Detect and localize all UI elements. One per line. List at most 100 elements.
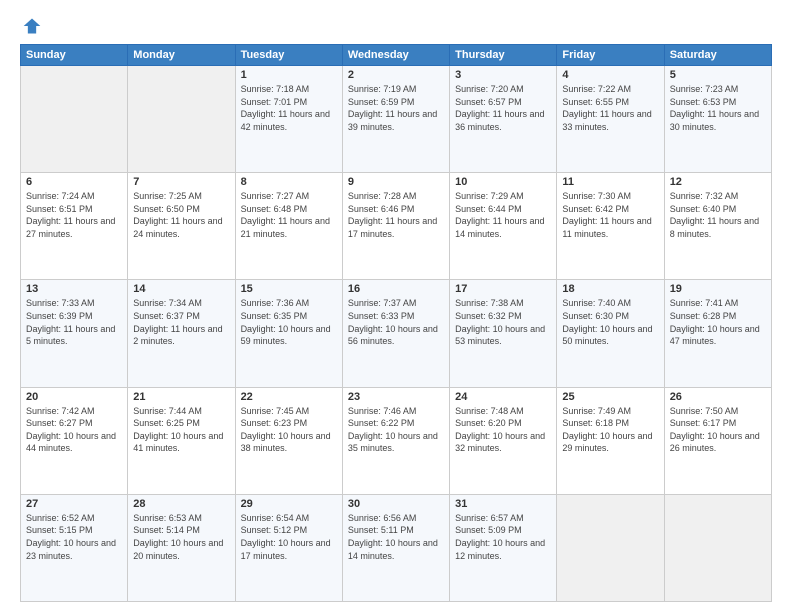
week-row-1: 1 Sunrise: 7:18 AMSunset: 7:01 PMDaylight… — [21, 66, 772, 173]
day-cell: 2Sunrise: 7:19 AMSunset: 6:59 PMDaylight… — [342, 66, 449, 173]
day-cell: 29 Sunrise: 6:54 AMSunset: 5:12 PMDayligh… — [235, 494, 342, 601]
day-info: Sunrise: 7:25 AMSunset: 6:50 PMDaylight:… — [133, 191, 222, 239]
day-cell: 16 Sunrise: 7:37 AMSunset: 6:33 PMDayligh… — [342, 280, 449, 387]
day-info: Sunrise: 7:19 AMSunset: 6:59 PMDaylight:… — [348, 84, 437, 132]
day-info: Sunrise: 7:20 AMSunset: 6:57 PMDaylight:… — [455, 84, 544, 132]
day-number: 14 — [133, 283, 229, 295]
day-cell: 11 Sunrise: 7:30 AMSunset: 6:42 PMDayligh… — [557, 173, 664, 280]
day-info: Sunrise: 7:27 AMSunset: 6:48 PMDaylight:… — [241, 191, 330, 239]
day-number: 13 — [26, 283, 122, 295]
day-info: Sunrise: 7:41 AMSunset: 6:28 PMDaylight:… — [670, 298, 760, 346]
day-info: Sunrise: 7:29 AMSunset: 6:44 PMDaylight:… — [455, 191, 544, 239]
header-row: SundayMondayTuesdayWednesdayThursdayFrid… — [21, 45, 772, 66]
day-number: 4 — [562, 69, 658, 81]
day-number: 30 — [348, 498, 444, 510]
day-cell: 7 Sunrise: 7:25 AMSunset: 6:50 PMDaylight… — [128, 173, 235, 280]
day-cell: 14Sunrise: 7:34 AMSunset: 6:37 PMDayligh… — [128, 280, 235, 387]
day-info: Sunrise: 7:46 AMSunset: 6:22 PMDaylight:… — [348, 406, 438, 454]
day-number: 25 — [562, 391, 658, 403]
day-info: Sunrise: 7:30 AMSunset: 6:42 PMDaylight:… — [562, 191, 651, 239]
day-cell: 12 Sunrise: 7:32 AMSunset: 6:40 PMDayligh… — [664, 173, 771, 280]
day-cell: 20Sunrise: 7:42 AMSunset: 6:27 PMDayligh… — [21, 387, 128, 494]
day-cell: 1 Sunrise: 7:18 AMSunset: 7:01 PMDaylight… — [235, 66, 342, 173]
day-info: Sunrise: 7:23 AMSunset: 6:53 PMDaylight:… — [670, 84, 759, 132]
day-cell: 5 Sunrise: 7:23 AMSunset: 6:53 PMDaylight… — [664, 66, 771, 173]
logo-text — [20, 16, 42, 36]
header-cell-thursday: Thursday — [450, 45, 557, 66]
day-cell: 28 Sunrise: 6:53 AMSunset: 5:14 PMDayligh… — [128, 494, 235, 601]
day-cell: 4 Sunrise: 7:22 AMSunset: 6:55 PMDaylight… — [557, 66, 664, 173]
day-info: Sunrise: 7:45 AMSunset: 6:23 PMDaylight:… — [241, 406, 331, 454]
week-row-2: 6 Sunrise: 7:24 AMSunset: 6:51 PMDaylight… — [21, 173, 772, 280]
day-cell: 9Sunrise: 7:28 AMSunset: 6:46 PMDaylight… — [342, 173, 449, 280]
day-cell — [128, 66, 235, 173]
day-number: 24 — [455, 391, 551, 403]
logo — [20, 16, 42, 36]
header-cell-tuesday: Tuesday — [235, 45, 342, 66]
day-number: 16 — [348, 283, 444, 295]
day-number: 6 — [26, 176, 122, 188]
header-cell-monday: Monday — [128, 45, 235, 66]
day-cell: 17Sunrise: 7:38 AMSunset: 6:32 PMDayligh… — [450, 280, 557, 387]
day-info: Sunrise: 7:37 AMSunset: 6:33 PMDaylight:… — [348, 298, 438, 346]
day-cell: 18 Sunrise: 7:40 AMSunset: 6:30 PMDayligh… — [557, 280, 664, 387]
page: SundayMondayTuesdayWednesdayThursdayFrid… — [0, 0, 792, 612]
day-cell — [557, 494, 664, 601]
day-info: Sunrise: 7:48 AMSunset: 6:20 PMDaylight:… — [455, 406, 545, 454]
day-number: 8 — [241, 176, 337, 188]
day-number: 10 — [455, 176, 551, 188]
day-number: 23 — [348, 391, 444, 403]
day-number: 15 — [241, 283, 337, 295]
day-number: 12 — [670, 176, 766, 188]
day-cell: 21 Sunrise: 7:44 AMSunset: 6:25 PMDayligh… — [128, 387, 235, 494]
day-cell: 13 Sunrise: 7:33 AMSunset: 6:39 PMDayligh… — [21, 280, 128, 387]
day-info: Sunrise: 6:53 AMSunset: 5:14 PMDaylight:… — [133, 513, 223, 561]
day-cell: 15Sunrise: 7:36 AMSunset: 6:35 PMDayligh… — [235, 280, 342, 387]
day-info: Sunrise: 7:44 AMSunset: 6:25 PMDaylight:… — [133, 406, 223, 454]
day-number: 29 — [241, 498, 337, 510]
header-cell-saturday: Saturday — [664, 45, 771, 66]
day-info: Sunrise: 7:18 AMSunset: 7:01 PMDaylight:… — [241, 84, 330, 132]
day-cell: 24 Sunrise: 7:48 AMSunset: 6:20 PMDayligh… — [450, 387, 557, 494]
day-number: 1 — [241, 69, 337, 81]
day-info: Sunrise: 7:24 AMSunset: 6:51 PMDaylight:… — [26, 191, 115, 239]
header-cell-wednesday: Wednesday — [342, 45, 449, 66]
day-cell: 25 Sunrise: 7:49 AMSunset: 6:18 PMDayligh… — [557, 387, 664, 494]
day-info: Sunrise: 7:32 AMSunset: 6:40 PMDaylight:… — [670, 191, 759, 239]
day-number: 11 — [562, 176, 658, 188]
header — [20, 16, 772, 36]
day-info: Sunrise: 6:52 AMSunset: 5:15 PMDaylight:… — [26, 513, 116, 561]
day-number: 9 — [348, 176, 444, 188]
day-number: 31 — [455, 498, 551, 510]
day-number: 3 — [455, 69, 551, 81]
calendar-body: 1 Sunrise: 7:18 AMSunset: 7:01 PMDaylight… — [21, 66, 772, 602]
day-info: Sunrise: 7:22 AMSunset: 6:55 PMDaylight:… — [562, 84, 651, 132]
day-cell: 22Sunrise: 7:45 AMSunset: 6:23 PMDayligh… — [235, 387, 342, 494]
day-number: 7 — [133, 176, 229, 188]
day-cell: 26Sunrise: 7:50 AMSunset: 6:17 PMDayligh… — [664, 387, 771, 494]
day-cell: 6 Sunrise: 7:24 AMSunset: 6:51 PMDaylight… — [21, 173, 128, 280]
day-info: Sunrise: 7:33 AMSunset: 6:39 PMDaylight:… — [26, 298, 115, 346]
calendar-header: SundayMondayTuesdayWednesdayThursdayFrid… — [21, 45, 772, 66]
day-cell: 31Sunrise: 6:57 AMSunset: 5:09 PMDayligh… — [450, 494, 557, 601]
day-info: Sunrise: 7:40 AMSunset: 6:30 PMDaylight:… — [562, 298, 652, 346]
day-cell: 30 Sunrise: 6:56 AMSunset: 5:11 PMDayligh… — [342, 494, 449, 601]
header-cell-friday: Friday — [557, 45, 664, 66]
day-number: 18 — [562, 283, 658, 295]
day-number: 27 — [26, 498, 122, 510]
day-info: Sunrise: 7:38 AMSunset: 6:32 PMDaylight:… — [455, 298, 545, 346]
day-number: 21 — [133, 391, 229, 403]
day-info: Sunrise: 6:56 AMSunset: 5:11 PMDaylight:… — [348, 513, 438, 561]
day-cell: 10 Sunrise: 7:29 AMSunset: 6:44 PMDayligh… — [450, 173, 557, 280]
day-number: 26 — [670, 391, 766, 403]
day-number: 28 — [133, 498, 229, 510]
calendar: SundayMondayTuesdayWednesdayThursdayFrid… — [20, 44, 772, 602]
day-cell — [21, 66, 128, 173]
logo-icon — [22, 16, 42, 36]
day-number: 20 — [26, 391, 122, 403]
day-info: Sunrise: 7:49 AMSunset: 6:18 PMDaylight:… — [562, 406, 652, 454]
week-row-4: 20Sunrise: 7:42 AMSunset: 6:27 PMDayligh… — [21, 387, 772, 494]
day-number: 5 — [670, 69, 766, 81]
day-info: Sunrise: 6:54 AMSunset: 5:12 PMDaylight:… — [241, 513, 331, 561]
day-cell: 27 Sunrise: 6:52 AMSunset: 5:15 PMDayligh… — [21, 494, 128, 601]
